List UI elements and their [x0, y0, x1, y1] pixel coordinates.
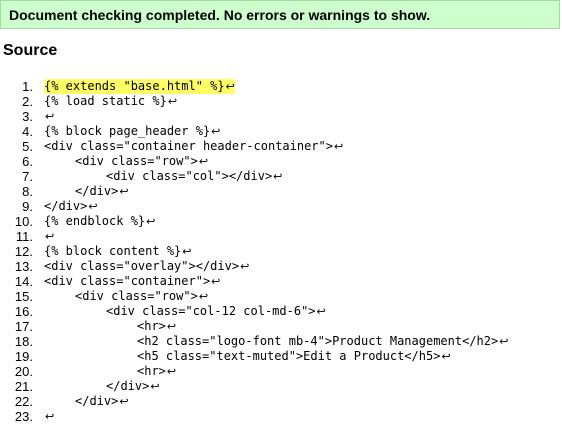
code-text: {% block content %}↩	[44, 244, 192, 259]
code-content: <h5 class="text-muted">Edit a Product</h…	[137, 349, 441, 363]
line-number: 2.	[22, 94, 33, 109]
code-content: <div class="col"></div>	[106, 169, 273, 183]
line-break-icon: ↩	[240, 260, 250, 273]
line-number: 19.	[14, 349, 33, 364]
code-text: <hr>↩	[137, 364, 176, 379]
line-number: 20.	[14, 364, 33, 379]
line-break-icon: ↩	[166, 365, 177, 378]
code-text: <div class="container header-container">…	[44, 139, 343, 154]
line-number: 5.	[22, 139, 33, 154]
line-break-icon: ↩	[167, 95, 178, 108]
code-content: {% block content %}	[44, 244, 182, 258]
code-content: <div class="col-12 col-md-6">	[106, 304, 316, 318]
line-break-icon: ↩	[45, 110, 55, 123]
line-break-icon: ↩	[211, 275, 221, 288]
line-break-icon: ↩	[146, 215, 156, 228]
line-break-icon: ↩	[150, 380, 160, 393]
source-heading: Source	[3, 42, 58, 59]
line-number: 9.	[22, 199, 33, 214]
code-content: <div class="row">	[75, 154, 198, 168]
code-content: <h2 class="logo-font mb-4">Product Manag…	[137, 334, 499, 348]
code-text: ↩	[44, 229, 54, 244]
line-break-icon: ↩	[182, 245, 192, 258]
line-break-icon: ↩	[198, 155, 209, 168]
code-content: <hr>	[137, 319, 166, 333]
code-text: </div>↩	[75, 394, 129, 409]
code-text: {% load static %}↩	[44, 94, 177, 109]
line-number: 15.	[14, 289, 33, 304]
line-break-icon: ↩	[225, 80, 235, 93]
code-text: <h2 class="logo-font mb-4">Product Manag…	[137, 334, 508, 349]
code-content: <div class="row">	[75, 289, 198, 303]
code-text: <hr>↩	[137, 319, 176, 334]
highlighted-code-text: {% extends "base.html" %}↩	[44, 79, 235, 94]
code-text: <div class="container">↩	[44, 274, 220, 289]
code-content: <div class="overlay"></div>	[44, 259, 240, 273]
code-content: {% block page_header %}	[44, 124, 211, 138]
line-number: 8.	[22, 184, 33, 199]
line-number: 18.	[14, 334, 33, 349]
line-break-icon: ↩	[166, 320, 177, 333]
line-break-icon: ↩	[119, 395, 129, 408]
line-break-icon: ↩	[333, 140, 344, 153]
line-break-icon: ↩	[119, 185, 129, 198]
code-text: </div>↩	[44, 199, 98, 214]
line-break-icon: ↩	[45, 230, 55, 243]
code-text: </div>↩	[75, 184, 129, 199]
code-text: <div class="col-12 col-md-6">↩	[106, 304, 326, 319]
line-number: 23.	[14, 409, 33, 424]
code-content: <div class="container">	[44, 274, 211, 288]
line-number: 14.	[14, 274, 33, 289]
code-content: </div>	[75, 394, 119, 408]
code-content: <hr>	[137, 364, 166, 378]
line-break-icon: ↩	[211, 125, 221, 138]
line-number: 3.	[22, 109, 33, 124]
line-break-icon: ↩	[273, 170, 283, 183]
line-number: 22.	[14, 394, 33, 409]
code-content: {% endblock %}	[44, 214, 146, 228]
code-text: {% block page_header %}↩	[44, 124, 220, 139]
code-content: </div>	[75, 184, 119, 198]
line-break-icon: ↩	[198, 290, 209, 303]
line-number: 16.	[14, 304, 33, 319]
line-number: 12.	[14, 244, 33, 259]
line-number: 10.	[14, 214, 33, 229]
code-text: {% endblock %}↩	[44, 214, 155, 229]
line-number: 7.	[22, 169, 33, 184]
code-text: ↩	[44, 109, 54, 124]
code-text: </div>↩	[106, 379, 160, 394]
code-text: <div class="row">↩	[75, 289, 208, 304]
code-content: </div>	[106, 379, 150, 393]
line-number: 1.	[22, 79, 33, 94]
line-number: 11.	[15, 229, 33, 244]
code-text: <div class="row">↩	[75, 154, 208, 169]
line-break-icon: ↩	[316, 305, 326, 318]
line-number: 4.	[22, 124, 33, 139]
line-break-icon: ↩	[499, 335, 509, 348]
line-break-icon: ↩	[88, 200, 98, 213]
code-text: ↩	[44, 409, 54, 424]
code-content: {% extends "base.html" %}	[44, 79, 225, 93]
validation-status-banner: Document checking completed. No errors o…	[0, 0, 560, 29]
code-content: </div>	[44, 199, 88, 213]
code-content: {% load static %}	[44, 94, 167, 108]
code-text: <div class="overlay"></div>↩	[44, 259, 249, 274]
code-text: <div class="col"></div>↩	[106, 169, 282, 184]
line-number: 17.	[14, 319, 33, 334]
line-break-icon: ↩	[45, 410, 55, 423]
code-text: <h5 class="text-muted">Edit a Product</h…	[137, 349, 451, 364]
code-content: <div class="container header-container">	[44, 139, 333, 153]
line-number: 21.	[14, 379, 33, 394]
line-number: 6.	[22, 154, 33, 169]
line-break-icon: ↩	[441, 350, 451, 363]
line-number: 13.	[14, 259, 33, 274]
